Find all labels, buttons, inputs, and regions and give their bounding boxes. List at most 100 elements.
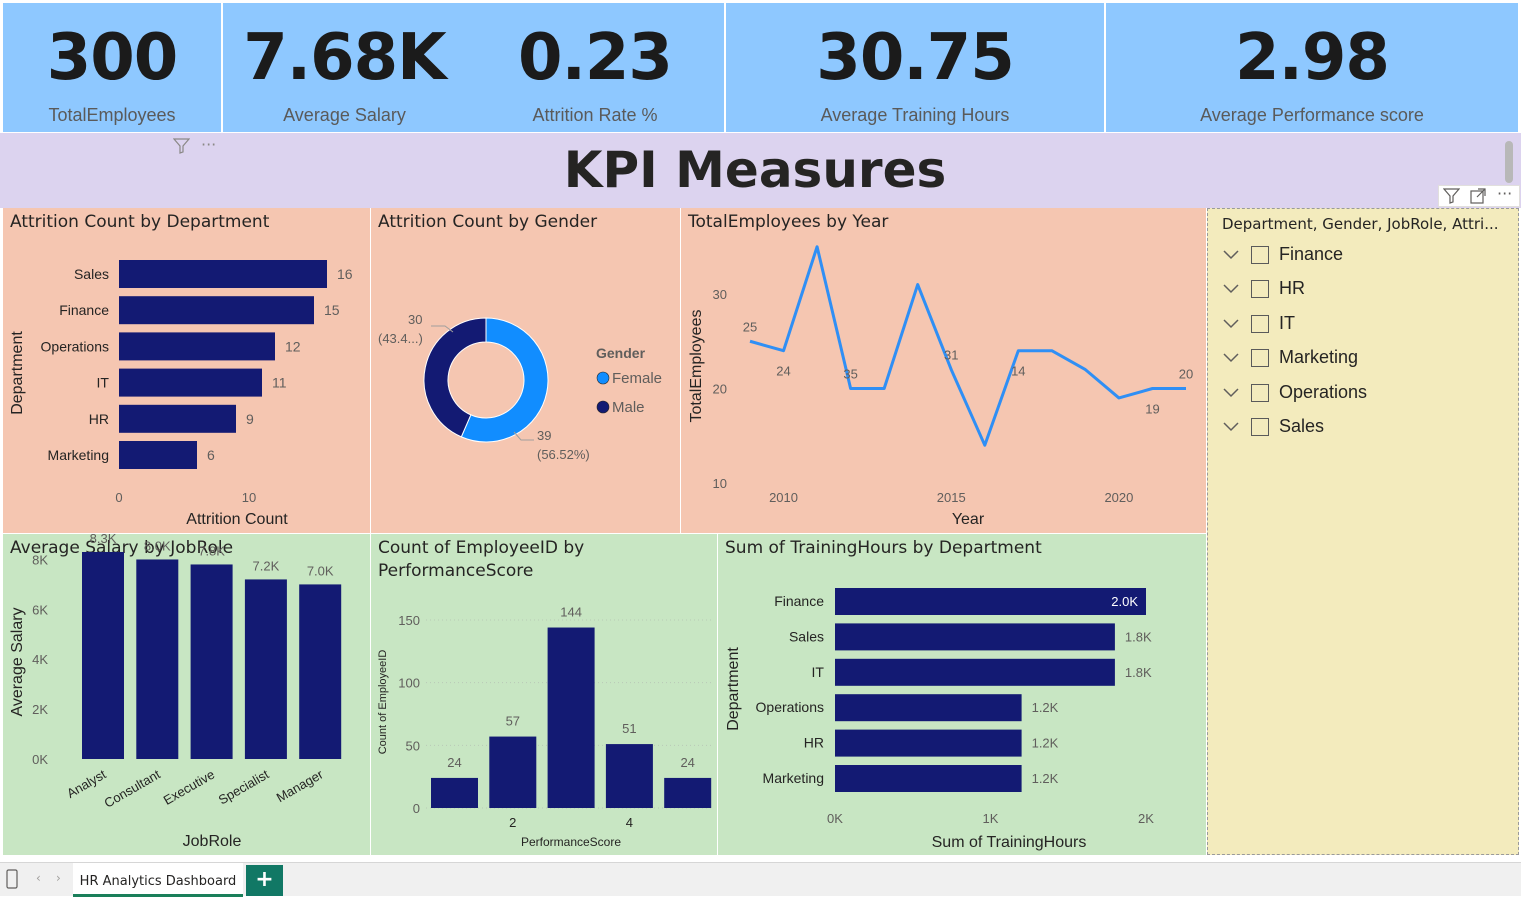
chevron-down-icon[interactable]: [1222, 348, 1240, 366]
category-label: IT: [97, 375, 110, 391]
chart-count-by-performance: 050100150245714451242 4PerformanceScoreCo…: [377, 605, 712, 849]
chevron-down-icon[interactable]: [1222, 279, 1240, 297]
checkbox[interactable]: [1251, 314, 1269, 333]
legend-marker: [596, 371, 610, 385]
data-label: 20: [1179, 367, 1193, 382]
checkbox[interactable]: [1251, 418, 1269, 436]
bar: [835, 588, 1146, 615]
next-page-icon[interactable]: ›: [56, 871, 61, 885]
y-axis-title: Department: [725, 647, 742, 731]
series-line: [749, 245, 1186, 447]
data-label: 12: [285, 338, 301, 354]
kpi-label: TotalEmployees: [48, 105, 176, 125]
data-label: 30: [408, 312, 422, 327]
slicer-item-label: Sales: [1279, 416, 1325, 436]
page-tab-bar: ‹ › HR Analytics Dashboard +: [0, 862, 1521, 897]
kpi-average-training-hours[interactable]: 30.75 Average Training Hours: [726, 3, 1104, 132]
bar: [664, 777, 712, 808]
data-label: 8.3K: [90, 534, 117, 546]
x-tick-label: 0: [115, 490, 122, 505]
kpi-value: 300: [46, 21, 179, 95]
scrollbar-thumb[interactable]: [1505, 141, 1513, 183]
data-label: 144: [560, 605, 582, 620]
chart-attrition-by-gender: 39 (56.52%) 30 (43.4...) Gender Female Male: [378, 312, 662, 462]
data-label: 35: [843, 367, 857, 382]
visual-training-by-department[interactable]: Sum of TrainingHours by Department Finan…: [718, 534, 1206, 855]
x-axis-title: JobRole: [183, 833, 242, 850]
category-label: HR: [89, 411, 109, 427]
data-label: 1.2K: [1032, 700, 1059, 715]
prev-page-icon[interactable]: ‹: [36, 871, 41, 885]
chevron-down-icon[interactable]: [1222, 383, 1240, 401]
x-tick-label: 2010: [769, 490, 798, 505]
category-label: Operations: [41, 338, 109, 354]
data-label: 1.2K: [1032, 736, 1059, 751]
bar: [835, 658, 1115, 686]
bar: [190, 564, 233, 759]
slicer-item-label: Marketing: [1279, 347, 1359, 368]
visual-attrition-by-department[interactable]: Attrition Count by Department Sales 16 Fin…: [3, 208, 370, 533]
y-tick-label: 0K: [32, 752, 48, 767]
focus-mode-icon[interactable]: [1470, 188, 1486, 208]
data-label: 1.8K: [1125, 629, 1152, 644]
y-tick-label: 20: [713, 382, 727, 397]
bar: [136, 559, 179, 759]
kpi-average-performance-score[interactable]: 2.98 Average Performance score: [1106, 3, 1518, 132]
y-tick-label: 150: [398, 613, 420, 628]
bar: [547, 627, 595, 808]
bar: [244, 579, 287, 759]
category-label: Finance: [59, 302, 109, 318]
visual-header: ···: [1438, 184, 1520, 208]
data-label: 7.0K: [307, 563, 334, 578]
percent-label: (56.52%): [537, 447, 590, 462]
visual-employees-by-year[interactable]: TotalEmployees by Year 25 24 35 31 14 19 20 10 2…: [681, 208, 1206, 533]
chevron-down-icon[interactable]: [1222, 245, 1240, 263]
data-label: 2.0K: [1111, 594, 1138, 609]
checkbox[interactable]: [1251, 280, 1269, 299]
x-tick-label: 2015: [937, 490, 966, 505]
visual-salary-by-jobrole[interactable]: Average Salary by JobRole 0K 2K 4K 6K 8K 8.3K…: [3, 534, 370, 855]
chevron-down-icon[interactable]: [1222, 417, 1240, 435]
kpi-total-employees[interactable]: 300 TotalEmployees: [3, 3, 221, 132]
x-tick-label: 2020: [1104, 490, 1133, 505]
page-title: KPI Measures: [563, 141, 947, 199]
category-label: Executive: [161, 767, 217, 808]
bar: [299, 584, 342, 759]
bar: [431, 777, 478, 808]
legend-label: Female: [612, 370, 662, 387]
x-tick-label: 1K: [983, 811, 999, 826]
checkbox[interactable]: [1251, 383, 1269, 402]
data-label: 24: [447, 755, 461, 770]
kpi-label: Average Salary: [283, 105, 406, 125]
x-tick-label: 2: [509, 815, 516, 830]
more-options-icon[interactable]: ···: [1497, 184, 1512, 203]
data-label: 24: [776, 364, 790, 379]
bar: [835, 694, 1022, 722]
filter-icon[interactable]: [172, 138, 191, 158]
checkbox[interactable]: [1251, 246, 1269, 264]
filter-icon[interactable]: [1442, 188, 1461, 208]
kpi-average-salary[interactable]: 7.68K Average Salary: [223, 3, 466, 132]
slicer-item-label: IT: [1279, 312, 1295, 333]
x-axis-title: Year: [952, 511, 985, 528]
add-page-button[interactable]: +: [246, 865, 283, 896]
chevron-down-icon[interactable]: [1222, 314, 1240, 332]
checkbox[interactable]: [1251, 349, 1269, 368]
mobile-layout-icon[interactable]: [6, 869, 18, 893]
x-tick-label: 2K: [1138, 811, 1154, 826]
visual-count-by-performance[interactable]: Count of EmployeeID by PerformanceScore …: [371, 534, 717, 855]
kpi-attrition-rate[interactable]: 0.23 Attrition Rate %: [466, 3, 724, 132]
legend-label: Male: [612, 399, 645, 416]
department-slicer[interactable]: Department, Gender, JobRole, Attri... Fi…: [1207, 208, 1519, 855]
kpi-value: 0.23: [518, 21, 673, 95]
bar: [119, 260, 327, 288]
y-axis-title: Average Salary: [9, 607, 26, 716]
report-canvas: 300 TotalEmployees 7.68K Average Salary …: [0, 0, 1521, 897]
more-options-icon[interactable]: ···: [201, 135, 216, 154]
visual-attrition-by-gender[interactable]: Attrition Count by Gender 39 (56.52%) 30 (4…: [371, 208, 680, 533]
slicer-item-label: Finance: [1279, 244, 1344, 264]
category-label: Consultant: [101, 766, 163, 810]
bar: [489, 736, 537, 808]
category-label: Sales: [789, 628, 824, 644]
tab-hr-analytics-dashboard[interactable]: HR Analytics Dashboard: [73, 863, 243, 897]
